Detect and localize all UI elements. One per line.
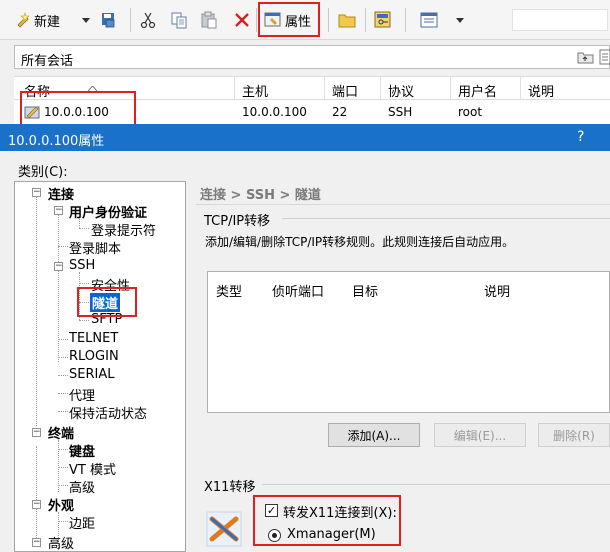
address-input[interactable] — [512, 9, 608, 31]
session-host: 10.0.0.100 — [242, 105, 307, 119]
toolbar-separator — [130, 8, 131, 32]
session-user: root — [458, 105, 483, 119]
tree-item-telnet[interactable]: TELNET — [69, 331, 118, 346]
toolbar-separator — [256, 8, 257, 32]
tcpip-group-line — [282, 218, 610, 219]
table-header-description[interactable]: 说明 — [484, 281, 510, 300]
layout-button[interactable] — [420, 8, 438, 32]
delete-rule-button[interactable]: 删除(R) — [538, 423, 610, 447]
column-host[interactable]: 主机 — [242, 81, 268, 100]
tree-item-keyboard[interactable]: 键盘 — [69, 441, 95, 460]
session-port: 22 — [332, 105, 348, 119]
new-session-icon — [17, 12, 30, 28]
highlight-tunneling — [77, 287, 137, 317]
tree-item-ssh[interactable]: SSH — [69, 258, 95, 273]
x11-group-title: X11转移 — [204, 480, 256, 495]
collapse-icon[interactable]: − — [32, 500, 41, 509]
session-manager-button[interactable] — [374, 8, 392, 32]
tree-item-proxy[interactable]: 代理 — [69, 385, 95, 404]
tree-item-auth[interactable]: 用户身份验证 — [69, 202, 147, 221]
tree-item-terminal-advanced[interactable]: 高级 — [69, 477, 95, 496]
new-session-label: 新建 — [34, 14, 61, 30]
column-username[interactable]: 用户名 — [458, 81, 497, 100]
layout-dropdown-button[interactable] — [456, 8, 464, 32]
session-protocol: SSH — [388, 105, 413, 119]
collapse-icon[interactable]: − — [32, 538, 41, 547]
chevron-down-icon — [82, 17, 90, 23]
table-header-target[interactable]: 目标 — [352, 281, 378, 300]
xmanager-logo-icon — [206, 511, 242, 547]
category-tree[interactable]: − 连接 − 用户身份验证 登录提示符 登录脚本 − SSH 安全性 隧道 SF… — [14, 181, 186, 552]
edit-rule-label: 编辑(E)... — [453, 428, 507, 443]
view-toggle-icon[interactable] — [599, 49, 610, 65]
tree-item-appearance[interactable]: 外观 — [48, 495, 74, 514]
tcpip-group-title: TCP/IP转移 — [204, 214, 271, 229]
table-header-type[interactable]: 类型 — [216, 281, 242, 300]
highlight-x11 — [253, 495, 401, 546]
delete-x-icon — [235, 13, 249, 27]
dialog-title-bar[interactable]: 10.0.0.100属性 ? — [0, 124, 610, 151]
tree-item-connection[interactable]: 连接 — [48, 184, 74, 203]
tree-item-terminal[interactable]: 终端 — [48, 423, 74, 442]
collapse-icon[interactable]: − — [54, 206, 63, 215]
new-dropdown-button[interactable] — [82, 8, 90, 32]
toolbar-separator — [328, 8, 329, 32]
tree-item-rlogin[interactable]: RLOGIN — [69, 349, 119, 364]
up-folder-icon[interactable] — [577, 49, 595, 65]
cut-button[interactable] — [140, 8, 156, 32]
highlight-properties — [258, 2, 320, 37]
paste-icon — [201, 11, 217, 29]
save-button[interactable] — [100, 8, 118, 32]
chevron-down-icon — [456, 17, 464, 23]
tcpip-description: 添加/编辑/删除TCP/IP转移规则。此规则连接后自动应用。 — [205, 235, 515, 249]
tree-item-login-prompts[interactable]: 登录提示符 — [91, 220, 156, 239]
tree-item-keepalive[interactable]: 保持活动状态 — [69, 403, 147, 422]
dialog-title: 10.0.0.100属性 — [8, 134, 105, 149]
delete-button[interactable] — [234, 8, 250, 32]
new-session-button[interactable]: 新建 — [15, 8, 60, 32]
copy-icon — [171, 12, 187, 29]
save-icon — [102, 13, 115, 28]
edit-rule-button[interactable]: 编辑(E)... — [434, 423, 526, 447]
tree-item-margins[interactable]: 边距 — [69, 513, 95, 532]
collapse-icon[interactable]: − — [32, 428, 41, 437]
tcpip-rules-table[interactable]: 类型 侦听端口 目标 说明 — [207, 271, 610, 413]
paste-button[interactable] — [200, 8, 218, 32]
tree-item-advanced[interactable]: 高级 — [48, 533, 74, 551]
tree-item-vt-mode[interactable]: VT 模式 — [69, 459, 116, 478]
table-header-port[interactable]: 侦听端口 — [272, 281, 324, 300]
breadcrumb: 连接 > SSH > 隧道 — [200, 188, 321, 203]
key-window-icon — [374, 11, 391, 28]
open-folder-button[interactable] — [338, 8, 356, 32]
session-folder-bar[interactable]: 所有会话 — [14, 45, 610, 69]
copy-button[interactable] — [170, 8, 188, 32]
toolbar-separator — [405, 8, 406, 32]
collapse-icon[interactable]: − — [32, 188, 41, 197]
session-folder-title: 所有会话 — [21, 54, 74, 69]
add-rule-button[interactable]: 添加(A)... — [328, 423, 420, 447]
x11-group-line — [262, 484, 610, 485]
add-rule-label: 添加(A)... — [347, 428, 401, 443]
folder-icon — [338, 14, 356, 28]
tree-item-serial[interactable]: SERIAL — [69, 367, 114, 382]
breadcrumb-divider — [196, 204, 610, 205]
layout-icon — [420, 12, 438, 28]
scissors-icon — [140, 12, 156, 29]
tree-item-login-script[interactable]: 登录脚本 — [69, 238, 121, 257]
column-port[interactable]: 端口 — [332, 81, 358, 100]
toolbar: 新建 属性 — [0, 0, 610, 40]
delete-rule-label: 删除(R) — [553, 428, 595, 443]
collapse-icon[interactable]: − — [54, 262, 63, 271]
help-button[interactable]: ? — [577, 129, 584, 145]
column-description[interactable]: 说明 — [528, 81, 554, 100]
column-protocol[interactable]: 协议 — [388, 81, 414, 100]
category-label: 类别(C): — [18, 165, 68, 180]
toolbar-separator — [365, 8, 366, 32]
